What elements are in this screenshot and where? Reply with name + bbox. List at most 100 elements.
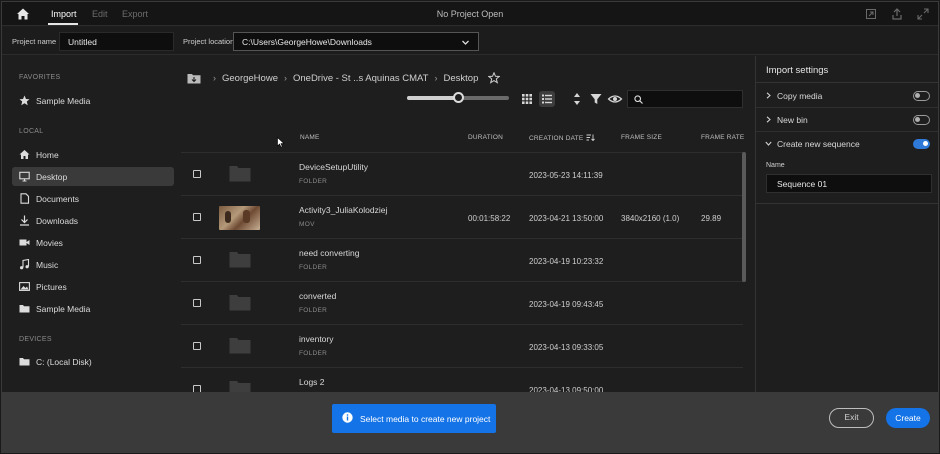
table-row[interactable]: DeviceSetupUtility FOLDER 2023-05-23 14:11… (181, 152, 743, 195)
list-view-icon[interactable] (539, 91, 555, 107)
breadcrumb-item[interactable]: GeorgeHowe (222, 73, 278, 84)
chevron-right-icon[interactable] (765, 116, 772, 123)
sidebar-item-desktop[interactable]: Desktop (12, 167, 174, 186)
file-type: FOLDER (299, 307, 328, 314)
column-header-duration[interactable]: DURATION (468, 134, 503, 141)
file-name: DeviceSetupUtility (299, 162, 368, 172)
thumbnail-size-slider[interactable] (407, 92, 509, 103)
new-sequence-toggle[interactable] (913, 139, 930, 149)
new-sequence-label: Create new sequence (777, 139, 860, 149)
info-toast: Select media to create new project (332, 404, 496, 433)
row-checkbox[interactable] (193, 256, 201, 264)
file-type: FOLDER (299, 350, 328, 357)
row-checkbox[interactable] (193, 213, 201, 221)
folder-icon[interactable] (229, 380, 251, 392)
file-name: Logs 2 (299, 377, 325, 387)
chevron-right-icon[interactable] (765, 92, 772, 99)
sidebar-item-sample-media-favorite[interactable]: Sample Media (12, 91, 174, 110)
row-checkbox[interactable] (193, 299, 201, 307)
sidebar-item-documents[interactable]: Documents (12, 189, 174, 208)
copy-media-row[interactable]: Copy media (756, 84, 938, 108)
column-header-frame-rate[interactable]: FRAME RATE (701, 134, 744, 141)
chevron-down-icon (462, 40, 469, 45)
sidebar-item-label: Downloads (36, 216, 79, 226)
copy-media-toggle[interactable] (913, 91, 930, 101)
file-name: need converting (299, 248, 360, 258)
table-row[interactable]: Activity3_JuliaKolodziej MOV 00:01:58:22 20… (181, 195, 743, 238)
fullscreen-icon[interactable] (917, 8, 929, 20)
sidebar-item-music[interactable]: Music (12, 255, 174, 274)
search-box[interactable] (627, 90, 743, 108)
sidebar-item-local-disk[interactable]: C: (Local Disk) (12, 352, 174, 371)
row-checkbox[interactable] (193, 385, 201, 392)
video-thumbnail[interactable] (219, 206, 260, 230)
star-icon (19, 95, 30, 106)
sort-descending-icon[interactable] (586, 134, 596, 141)
folder-icon[interactable] (229, 294, 251, 311)
import-settings-header: Import settings (756, 56, 938, 83)
new-bin-toggle[interactable] (913, 115, 930, 125)
file-list-scrollbar[interactable] (742, 152, 746, 282)
info-icon (342, 412, 353, 423)
local-heading: LOCAL (19, 128, 44, 135)
search-input[interactable] (646, 93, 740, 105)
breadcrumb-item[interactable]: OneDrive - St ..s Aquinas CMAT (293, 73, 429, 84)
sidebar-item-label: Music (36, 260, 59, 270)
row-checkbox[interactable] (193, 342, 201, 350)
sidebar-item-label: Pictures (36, 282, 67, 292)
project-location-dropdown[interactable]: C:\Users\GeorgeHowe\Downloads (233, 32, 479, 51)
new-bin-row[interactable]: New bin (756, 108, 938, 132)
project-location-label: Project location (183, 37, 235, 46)
mouse-cursor-icon (277, 137, 285, 148)
sidebar-item-home[interactable]: Home (12, 145, 174, 164)
breadcrumb-item[interactable]: Desktop (444, 73, 479, 84)
share-icon[interactable] (891, 8, 903, 20)
folder-icon[interactable] (229, 251, 251, 268)
folder-icon[interactable] (229, 337, 251, 354)
grid-view-icon[interactable] (519, 91, 535, 107)
file-name: Activity3_JuliaKolodziej (299, 205, 388, 215)
file-duration: 00:01:58:22 (468, 214, 511, 223)
file-creation-date: 2023-04-13 09:33:05 (529, 343, 604, 352)
sidebar-item-downloads[interactable]: Downloads (12, 211, 174, 230)
sequence-name-input[interactable]: Sequence 01 (766, 174, 932, 193)
new-sequence-row[interactable]: Create new sequence (756, 132, 938, 156)
slider-handle[interactable] (453, 92, 464, 103)
filter-icon[interactable] (588, 91, 604, 107)
table-row[interactable]: converted FOLDER 2023-04-19 09:43:45 (181, 281, 743, 324)
chevron-down-icon[interactable] (765, 140, 772, 147)
favorites-heading: FAVORITES (19, 74, 61, 81)
breadcrumb-separator: › (434, 73, 438, 83)
project-name-input[interactable]: Untitled (59, 32, 174, 51)
import-settings-panel: Import settings Copy media New bin Creat… (755, 56, 938, 392)
sidebar-item-sample-media[interactable]: Sample Media (12, 299, 174, 318)
folder-icon (19, 358, 30, 366)
column-header-name[interactable]: NAME (300, 134, 320, 141)
sidebar-item-label: Home (36, 150, 59, 160)
eye-icon[interactable] (607, 91, 623, 107)
star-outline-icon[interactable] (488, 72, 501, 84)
sidebar-item-movies[interactable]: Movies (12, 233, 174, 252)
breadcrumb: › GeorgeHowe › OneDrive - St ..s Aquinas… (187, 71, 501, 85)
quick-export-icon[interactable] (865, 8, 877, 20)
info-toast-message: Select media to create new project (360, 414, 491, 424)
folder-icon[interactable] (229, 165, 251, 182)
file-type: FOLDER (299, 264, 328, 271)
table-row[interactable]: need converting FOLDER 2023-04-19 10:23:32 (181, 238, 743, 281)
project-bar: Project name Untitled Project location C… (2, 27, 938, 55)
tab-active-indicator (48, 23, 78, 25)
sort-icon[interactable] (569, 91, 585, 107)
column-header-frame-size[interactable]: FRAME SIZE (621, 134, 662, 141)
exit-button[interactable]: Exit (829, 408, 874, 428)
column-header-creation-date[interactable]: CREATION DATE (529, 134, 596, 142)
sidebar-item-label: Movies (36, 238, 63, 248)
row-checkbox[interactable] (193, 170, 201, 178)
table-row[interactable]: Logs 2FOLDER2023-04-13 09:50:00 (181, 367, 743, 392)
toggle-knob (923, 141, 928, 146)
sidebar-item-pictures[interactable]: Pictures (12, 277, 174, 296)
music-note-icon (20, 259, 30, 270)
create-button[interactable]: Create (886, 408, 930, 428)
folder-download-icon[interactable] (187, 73, 201, 84)
table-row[interactable]: inventory FOLDER 2023-04-13 09:33:05 (181, 324, 743, 367)
toggle-knob (915, 117, 920, 122)
